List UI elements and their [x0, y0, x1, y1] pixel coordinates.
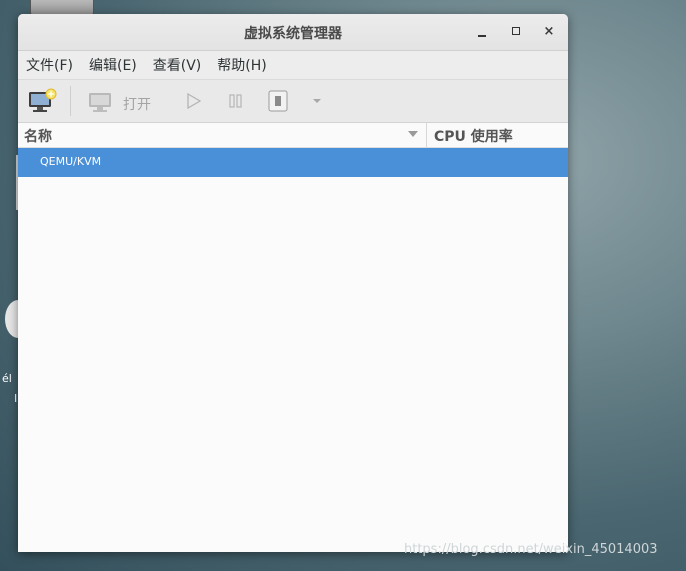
shutdown-menu-button[interactable] — [310, 87, 324, 115]
connection-name: QEMU/KVM — [40, 155, 102, 168]
column-divider[interactable] — [426, 123, 427, 147]
column-header-cpu-usage[interactable]: CPU 使用率 — [434, 126, 513, 146]
shutdown-icon — [268, 90, 288, 112]
vm-list-area[interactable] — [18, 177, 568, 552]
maximize-icon — [512, 27, 520, 35]
new-vm-button[interactable] — [27, 87, 57, 115]
menubar: 文件(F) 编辑(E) 查看(V) 帮助(H) — [18, 51, 568, 80]
open-button-icon[interactable] — [87, 87, 113, 115]
minimize-button[interactable] — [471, 21, 493, 43]
menu-edit[interactable]: 编辑(E) — [89, 55, 137, 75]
shutdown-button[interactable] — [267, 87, 289, 115]
toolbar-separator — [70, 86, 71, 116]
new-vm-icon — [29, 88, 57, 112]
pause-button[interactable] — [226, 87, 246, 115]
desktop-icon-label: él — [2, 372, 12, 385]
titlebar[interactable]: 虚拟系统管理器 × — [18, 14, 568, 51]
menu-file[interactable]: 文件(F) — [26, 55, 73, 75]
sort-arrow-icon[interactable] — [408, 131, 418, 137]
minimize-icon — [478, 35, 486, 37]
virt-manager-window: 虚拟系统管理器 × 文件(F) 编辑(E) 查看(V) 帮助(H) 打开 名称 … — [18, 14, 568, 552]
connection-row[interactable]: QEMU/KVM — [18, 148, 568, 177]
dropdown-arrow-icon — [313, 99, 321, 103]
play-icon — [187, 92, 202, 110]
maximize-button[interactable] — [505, 21, 527, 43]
open-button-label[interactable]: 打开 — [123, 94, 151, 114]
menu-view[interactable]: 查看(V) — [153, 55, 202, 75]
close-button[interactable]: × — [538, 21, 560, 43]
desktop-icon-label-line2: I — [14, 392, 18, 405]
pause-icon — [229, 94, 242, 108]
monitor-icon — [89, 93, 111, 112]
list-column-header: 名称 CPU 使用率 — [18, 123, 568, 148]
column-header-name[interactable]: 名称 — [24, 126, 52, 146]
toolbar: 打开 — [18, 80, 568, 123]
menu-help[interactable]: 帮助(H) — [217, 55, 266, 75]
run-button[interactable] — [184, 87, 204, 115]
watermark-text: https://blog.csdn.net/weixin_45014003 — [404, 542, 658, 557]
